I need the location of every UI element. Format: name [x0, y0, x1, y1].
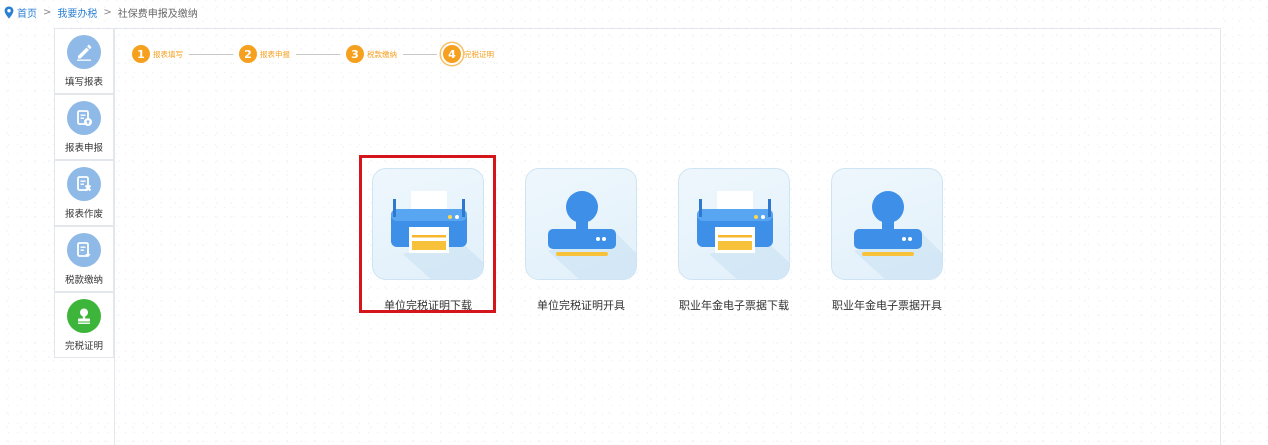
stamp-icon [548, 191, 636, 279]
step-label: 税款缴纳 [367, 49, 397, 59]
step-number: 3 [346, 45, 364, 63]
step-number: 2 [239, 45, 257, 63]
location-pin-icon [4, 6, 14, 18]
sidebar-item-void-report[interactable]: 报表作废 [54, 160, 114, 226]
printer-icon [697, 191, 789, 279]
card-label: 单位完税证明开具 [537, 299, 625, 312]
pen-icon [67, 35, 101, 69]
doc-upload-icon [67, 101, 101, 135]
sidebar-item-label: 填写报表 [64, 77, 103, 88]
step-pay-tax: 3 税款缴纳 [346, 45, 397, 63]
breadcrumb: 首页 > 我要办税 > 社保费申报及缴纳 [4, 4, 198, 20]
breadcrumb-tax-link[interactable]: 我要办税 [57, 5, 97, 20]
unit-certificate-download-card[interactable] [372, 168, 484, 280]
main-panel [114, 28, 1221, 445]
step-fill-report: 1 报表填写 [132, 45, 183, 63]
sidebar-item-label: 税款缴纳 [64, 275, 103, 286]
step-label: 报表填写 [153, 49, 183, 59]
card-label: 职业年金电子票据下载 [679, 299, 789, 312]
step-number: 1 [132, 45, 150, 63]
step-connector [296, 53, 340, 55]
annuity-receipt-issue-card[interactable] [831, 168, 943, 280]
sidebar-item-fill-report[interactable]: 填写报表 [54, 28, 114, 94]
card-label: 单位完税证明下载 [384, 299, 472, 312]
printer-icon [391, 191, 483, 279]
unit-certificate-issue-card[interactable] [525, 168, 637, 280]
annuity-receipt-download-card[interactable] [678, 168, 790, 280]
progress-steps: 1 报表填写 2 报表申报 3 税款缴纳 4 完税证明 [132, 44, 494, 64]
sidebar-item-label: 报表作废 [64, 209, 103, 220]
card-label: 职业年金电子票据开具 [832, 299, 942, 312]
step-submit-report: 2 报表申报 [239, 45, 290, 63]
doc-download-icon [67, 233, 101, 267]
sidebar-item-label: 完税证明 [64, 341, 103, 352]
step-connector [403, 53, 437, 55]
breadcrumb-current: 社保费申报及缴纳 [117, 8, 198, 20]
breadcrumb-home-link[interactable]: 首页 [17, 5, 37, 20]
sidebar-item-tax-certificate[interactable]: 完税证明 [54, 292, 114, 358]
breadcrumb-separator: > [103, 6, 112, 18]
sidebar-item-submit-report[interactable]: 报表申报 [54, 94, 114, 160]
step-label: 完税证明 [464, 49, 494, 59]
step-tax-certificate: 4 完税证明 [443, 45, 494, 63]
doc-cancel-icon [67, 167, 101, 201]
step-label: 报表申报 [260, 49, 290, 59]
stamp-icon [67, 299, 101, 333]
step-number: 4 [443, 45, 461, 63]
sidebar-item-pay-tax[interactable]: 税款缴纳 [54, 226, 114, 292]
step-connector [189, 53, 233, 55]
sidebar-item-label: 报表申报 [64, 143, 103, 154]
stamp-icon [854, 191, 942, 279]
step-sidebar: 填写报表 报表申报 报表作废 税款缴纳 完税证明 [54, 28, 114, 358]
breadcrumb-separator: > [43, 6, 52, 18]
